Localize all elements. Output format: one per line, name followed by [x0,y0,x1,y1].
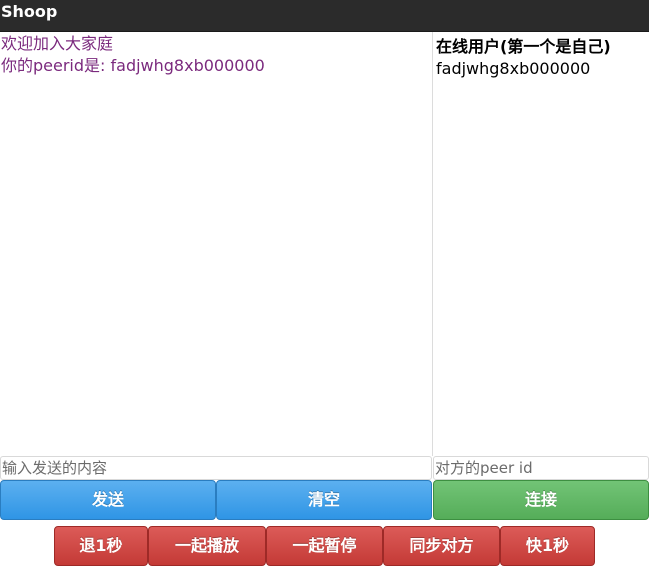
pause-together-button[interactable]: 一起暂停 [266,526,383,566]
chat-message: 你的peerid是: fadjwhg8xb000000 [1,56,265,75]
app-window: Shoop 欢迎加入大家庭 你的peerid是: fadjwhg8xb00000… [0,0,649,575]
online-users-panel: 在线用户(第一个是自己) fadjwhg8xb000000 [433,32,649,456]
title-bar: Shoop [0,0,649,32]
online-users-heading: 在线用户(第一个是自己) [436,37,611,56]
forward-1s-button[interactable]: 快1秒 [500,526,595,566]
connect-button[interactable]: 连接 [433,480,649,520]
sync-peer-button[interactable]: 同步对方 [383,526,500,566]
back-1s-button[interactable]: 退1秒 [54,526,148,566]
online-user-item: fadjwhg8xb000000 [436,59,591,78]
send-button[interactable]: 发送 [0,480,216,520]
app-title: Shoop [1,2,58,21]
message-input[interactable] [0,456,432,480]
chat-message: 欢迎加入大家庭 [1,34,114,53]
play-together-button[interactable]: 一起播放 [148,526,266,566]
peer-id-input[interactable] [433,456,649,480]
chat-log: 欢迎加入大家庭 你的peerid是: fadjwhg8xb000000 [0,32,432,456]
clear-button[interactable]: 清空 [216,480,432,520]
